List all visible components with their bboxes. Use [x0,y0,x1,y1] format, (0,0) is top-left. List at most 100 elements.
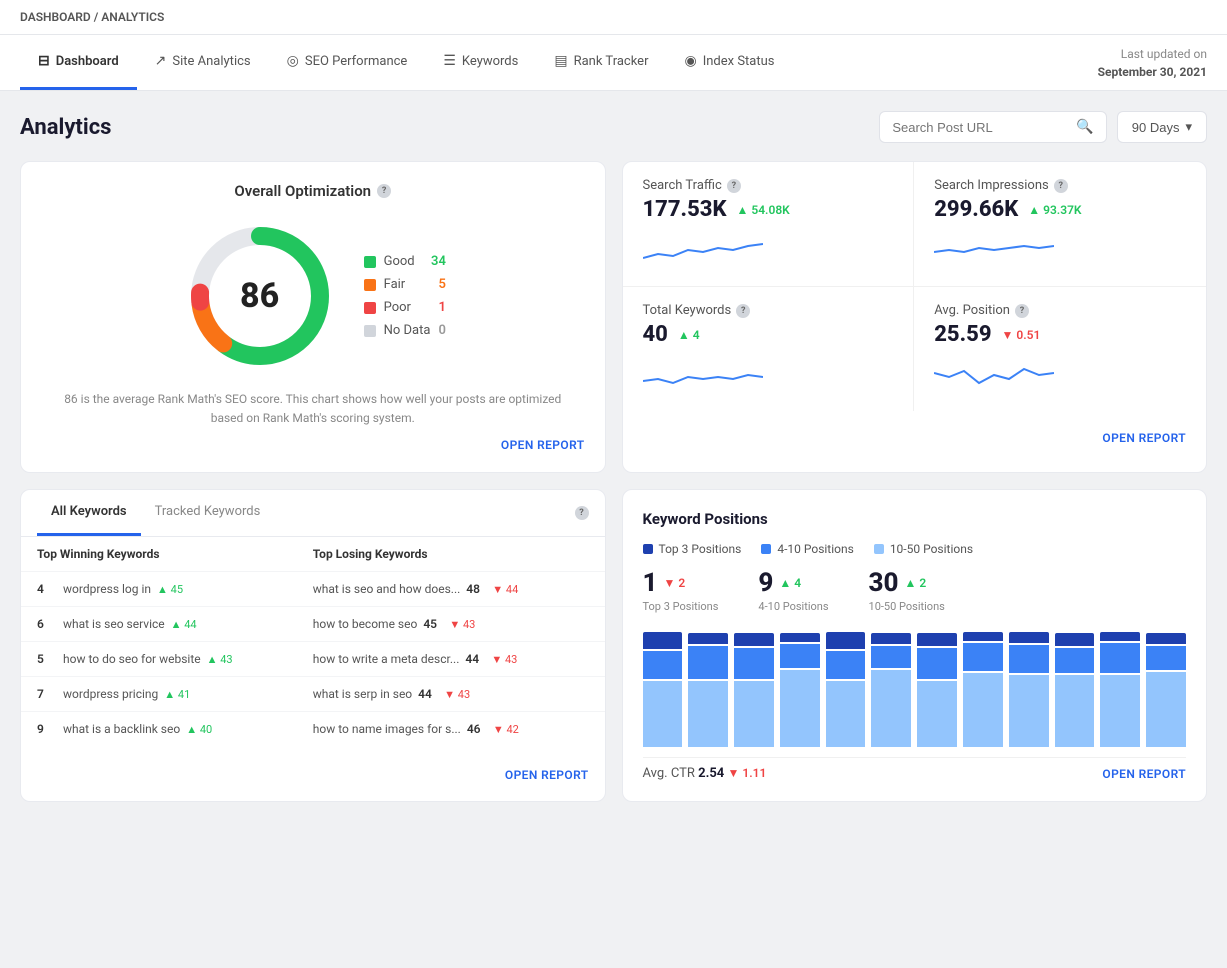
bar-column [1146,627,1186,747]
optimization-legend: Good 34 Fair 5 Poor 1 N [364,254,446,338]
stat-total-keywords-change: ▲ 4 [678,328,700,342]
bar-column [1009,627,1049,747]
kw-winning-cell: 7 wordpress pricing ▲ 41 [37,687,313,701]
nav-tabs: ⊟ Dashboard ↗ Site Analytics ◎ SEO Perfo… [0,35,1227,91]
search-traffic-sparkline [643,230,763,266]
bar-column [1100,627,1140,747]
analytics-header: Analytics 🔍 90 Days ▾ [20,111,1207,143]
stat-total-keywords: Total Keywords ? 40 ▲ 4 [623,287,915,411]
tab-seo-performance[interactable]: ◎ SEO Performance [269,35,426,90]
stats-open-report: OPEN REPORT [623,411,1207,455]
search-traffic-info-icon[interactable]: ? [727,179,741,193]
bar-low [871,670,911,747]
kp-stat-top3-val: 1 ▼ 2 [643,568,719,598]
search-icon: 🔍 [1076,119,1093,135]
stats-grid: Search Traffic ? 177.53K ▲ 54.08K Search… [623,162,1207,411]
kp-stat-mid: 9 ▲ 4 4-10 Positions [758,568,828,613]
chevron-down-icon: ▾ [1185,119,1192,135]
second-row-grid: All Keywords Tracked Keywords ? Top Winn… [20,489,1207,802]
keyword-positions-bar-chart [643,627,1187,747]
bar-low [1055,675,1095,747]
tab-index-status-label: Index Status [703,54,775,69]
kw-rows: 4 wordpress log in ▲ 45 what is seo and … [21,571,605,746]
stat-search-impressions-value: 299.66K [934,197,1018,222]
kp-avg-ctr-value: 2.54 [698,766,724,781]
kp-open-report-btn[interactable]: OPEN REPORT [1102,767,1186,781]
keywords-help-icon[interactable]: ? [575,506,589,520]
donut-chart: 86 [180,216,340,376]
dashboard-icon: ⊟ [38,53,50,69]
bar-mid [688,646,728,679]
tab-site-analytics[interactable]: ↗ Site Analytics [137,35,269,90]
search-post-url-box[interactable]: 🔍 [879,111,1106,143]
main-grid: Overall Optimization ? 86 [20,161,1207,473]
kp-stat-mid-val: 9 ▲ 4 [758,568,828,598]
search-impressions-info-icon[interactable]: ? [1054,179,1068,193]
main-content: Analytics 🔍 90 Days ▾ Overall Optimizati… [0,91,1227,822]
kp-stat-top3-label: Top 3 Positions [643,600,719,613]
stats-open-report-btn[interactable]: OPEN REPORT [643,431,1187,445]
days-dropdown[interactable]: 90 Days ▾ [1117,111,1207,143]
kw-losing-header: Top Losing Keywords [313,547,589,561]
avg-position-info-icon[interactable]: ? [1015,304,1029,318]
kp-avg-ctr-change: ▼ 1.11 [728,766,767,780]
donut-score: 86 [240,276,279,316]
last-updated: Last updated on September 30, 2021 [1098,45,1207,81]
kw-footer: OPEN REPORT [21,746,605,794]
kw-winning-header: Top Winning Keywords [37,547,313,561]
tab-dashboard[interactable]: ⊟ Dashboard [20,35,137,90]
breadcrumb: DASHBOARD / ANALYTICS [0,0,1227,35]
tab-keywords[interactable]: ☰ Keywords [425,35,536,90]
stat-search-impressions-row: 299.66K ▲ 93.37K [934,197,1186,222]
rank-tracker-icon: ▤ [554,53,567,69]
tab-rank-tracker[interactable]: ▤ Rank Tracker [536,35,666,90]
kp-stat-mid-label: 4-10 Positions [758,600,828,613]
bar-low [963,673,1003,747]
kw-tabs-list: All Keywords Tracked Keywords [37,490,274,536]
stat-search-traffic-change: ▲ 54.08K [736,203,789,217]
kp-legend-mid: 4-10 Positions [761,542,853,556]
index-status-icon: ◉ [684,53,696,69]
site-analytics-icon: ↗ [155,53,167,69]
keyword-positions-card: Keyword Positions Top 3 Positions 4-10 P… [622,489,1208,802]
breadcrumb-base: DASHBOARD [20,10,91,24]
kw-tab-all[interactable]: All Keywords [37,490,141,536]
kp-stat-low-val: 30 ▲ 2 [869,568,945,598]
kp-stats-row: 1 ▼ 2 Top 3 Positions 9 ▲ 4 4-10 Positio… [643,568,1187,613]
bar-top3 [780,633,820,642]
kp-legend-dot-top3 [643,544,653,554]
optimization-open-report[interactable]: OPEN REPORT [41,438,585,452]
stat-search-traffic: Search Traffic ? 177.53K ▲ 54.08K [623,162,915,287]
kw-tab-tracked[interactable]: Tracked Keywords [141,490,275,536]
search-post-url-input[interactable] [892,120,1068,135]
keywords-tabs: All Keywords Tracked Keywords ? [21,490,605,537]
bar-top3 [1009,632,1049,643]
bar-low [1100,675,1140,747]
stat-search-impressions-label: Search Impressions ? [934,178,1186,193]
tab-seo-performance-label: SEO Performance [305,54,407,69]
kw-losing-cell: how to become seo 45 ▼ 43 [313,617,589,631]
kp-legend-low: 10-50 Positions [874,542,973,556]
kw-winning-cell: 9 what is a backlink seo ▲ 40 [37,722,313,736]
kw-winning-cell: 4 wordpress log in ▲ 45 [37,582,313,596]
kp-avg-ctr: Avg. CTR 2.54 ▼ 1.11 [643,766,767,781]
legend-dot-good [364,256,376,268]
tab-index-status[interactable]: ◉ Index Status [666,35,792,90]
bar-mid [871,646,911,668]
bar-top3 [643,632,683,649]
keywords-icon: ☰ [443,53,456,69]
bar-column [688,627,728,747]
bar-column [871,627,911,747]
optimization-card: Overall Optimization ? 86 [20,161,606,473]
total-keywords-info-icon[interactable]: ? [736,304,750,318]
bar-low [734,681,774,747]
days-dropdown-label: 90 Days [1132,120,1180,135]
kw-open-report-btn[interactable]: OPEN REPORT [37,768,589,782]
search-impressions-sparkline [934,230,1054,266]
bar-mid [1100,643,1140,673]
kp-stat-mid-change: ▲ 4 [779,576,801,590]
optimization-info-icon[interactable]: ? [377,184,391,198]
bar-top3 [1100,632,1140,641]
avg-position-sparkline [934,355,1054,391]
legend-good: Good 34 [364,254,446,269]
